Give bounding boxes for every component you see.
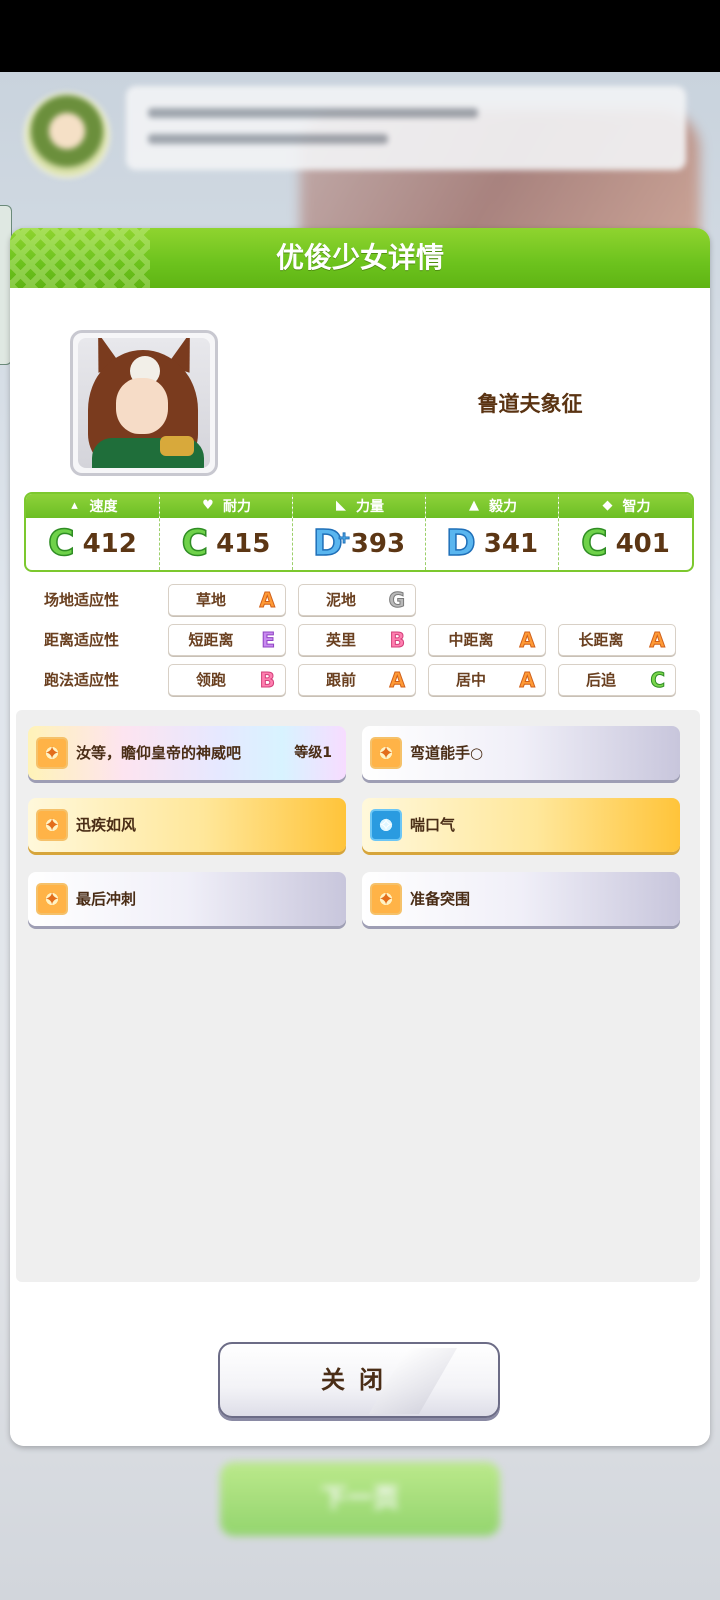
stat-label: 耐力 [223, 499, 251, 515]
apt-name: 居中 [455, 671, 486, 689]
stat-label: 速度 [89, 499, 118, 515]
stat-value: 341 [483, 529, 539, 559]
skill-recovery-icon: ✧ [370, 809, 402, 841]
apt-grade: B [389, 628, 405, 653]
status-bar [0, 0, 720, 72]
apt-grade: G [388, 588, 405, 613]
skill-name: 最后冲刺 [76, 890, 137, 908]
apt-late-surger: 居中 A [428, 664, 546, 696]
apt-grade: A [389, 668, 406, 693]
skill-name: 迅疾如风 [76, 816, 137, 834]
skill-card[interactable]: ✦ 准备突围 [362, 872, 680, 926]
apt-name: 中距离 [448, 631, 494, 649]
skill-card[interactable]: ✧ 喘口气 [362, 798, 680, 852]
skill-level: 等级1 [294, 745, 332, 761]
apt-grade: E [261, 628, 276, 653]
stat-value: 393 [350, 529, 406, 559]
stat-label: 力量 [356, 499, 384, 515]
skill-speed-icon: ✦ [370, 737, 402, 769]
stat-grade: D + [312, 523, 351, 565]
flame-icon: ▲ [469, 498, 479, 513]
apt-medium: 中距离 A [428, 624, 546, 656]
grade-plus: + [337, 528, 351, 548]
apt-name: 短距离 [188, 631, 234, 649]
close-button[interactable]: 关闭 [218, 1342, 500, 1418]
style-aptitude-row: 跑法适应性 领跑 B 跟前 A 居中 A 后追 C [30, 664, 690, 696]
apt-row-label: 距离适应性 [44, 631, 120, 649]
apt-pace-chaser: 跟前 A [298, 664, 416, 696]
stat-label: 智力 [622, 499, 651, 515]
stat-wisdom: ◆ 智力 C 401 [558, 494, 692, 570]
apt-name: 后追 [585, 671, 616, 689]
skill-card[interactable]: ✦ 弯道能手○ [362, 726, 680, 780]
apt-dirt: 泥地 G [298, 584, 416, 616]
apt-name: 草地 [195, 591, 226, 609]
apt-name: 领跑 [195, 671, 226, 689]
stat-value: 401 [615, 529, 670, 559]
dialog-bubble [126, 86, 686, 170]
stats-panel: ▴ 速度 C 412 ♥ 耐力 C 415 ◣ 力量 D +393 ▲ 毅力 D 341 ◆ 智力… [24, 492, 694, 572]
skill-card[interactable]: ✦ 汝等，瞻仰皇帝的神威吧 等级1 [28, 726, 346, 780]
stat-stamina: ♥ 耐力 C 415 [159, 494, 292, 570]
apt-long: 长距离 A [558, 624, 676, 656]
speaker-avatar [24, 92, 110, 178]
stat-guts: ▲ 毅力 D 341 [425, 494, 558, 570]
stat-power: ◣ 力量 D +393 [292, 494, 425, 570]
apt-end-closer: 后追 C [558, 664, 676, 696]
skill-speed-icon: ✦ [36, 883, 68, 915]
stat-value: 412 [82, 529, 137, 559]
skill-speed-icon: ✦ [370, 883, 402, 915]
apt-grade: A [259, 588, 276, 613]
apt-name: 泥地 [325, 591, 356, 609]
apt-grade: A [519, 668, 536, 693]
graduation-cap-icon: ◆ [602, 498, 613, 513]
heart-icon: ♥ [202, 498, 214, 513]
skills-panel: ✦ 汝等，瞻仰皇帝的神威吧 等级1 ✦ 弯道能手○ ✦ 迅疾如风 ✧ 喘口气 ✦… [16, 710, 700, 1282]
skill-card[interactable]: ✦ 最后冲刺 [28, 872, 346, 926]
skill-name: 汝等，瞻仰皇帝的神威吧 [76, 744, 242, 762]
apt-turf: 草地 A [168, 584, 286, 616]
skill-name: 准备突围 [410, 890, 471, 908]
stat-value: 415 [216, 529, 271, 559]
apt-grade: A [519, 628, 536, 653]
character-portrait [70, 330, 218, 476]
apt-grade: C [650, 668, 666, 693]
next-button-label: 下一页 [320, 1484, 399, 1514]
skill-speed-icon: ✦ [36, 737, 68, 769]
next-button: 下一页 [220, 1462, 500, 1536]
apt-mile: 英里 B [298, 624, 416, 656]
apt-grade: B [259, 668, 275, 693]
stat-label: 毅力 [489, 499, 517, 515]
distance-aptitude-row: 距离适应性 短距离 E 英里 B 中距离 A 长距离 A [30, 624, 690, 656]
stat-grade: C [47, 523, 75, 565]
skill-card[interactable]: ✦ 迅疾如风 [28, 798, 346, 852]
apt-grade: A [649, 628, 666, 653]
stat-grade: C [580, 523, 608, 565]
apt-name: 跟前 [325, 671, 356, 689]
shoe-icon: ▴ [71, 498, 78, 513]
apt-front-runner: 领跑 B [168, 664, 286, 696]
stat-grade: C [181, 523, 209, 565]
skill-name: 喘口气 [410, 816, 456, 834]
modal-header: 优俊少女详情 [10, 228, 710, 288]
apt-name: 长距离 [578, 631, 624, 649]
muscle-icon: ◣ [336, 498, 346, 513]
stat-speed: ▴ 速度 C 412 [26, 494, 159, 570]
close-button-label: 关闭 [321, 1366, 397, 1394]
character-name: 鲁道夫象征 [477, 392, 583, 416]
apt-row-label: 跑法适应性 [44, 671, 120, 689]
apt-name: 英里 [325, 631, 356, 649]
modal-title: 优俊少女详情 [275, 241, 444, 274]
skill-name: 弯道能手○ [410, 744, 484, 762]
skill-speed-icon: ✦ [36, 809, 68, 841]
horse-girl-detail-modal: 优俊少女详情 鲁道夫象征 ▴ 速度 C 412 ♥ 耐力 C 415 ◣ 力量 … [10, 228, 710, 1446]
apt-short: 短距离 E [168, 624, 286, 656]
stat-grade: D [445, 523, 476, 565]
track-aptitude-row: 场地适应性 草地 A 泥地 G [30, 584, 690, 616]
apt-row-label: 场地适应性 [44, 591, 120, 609]
